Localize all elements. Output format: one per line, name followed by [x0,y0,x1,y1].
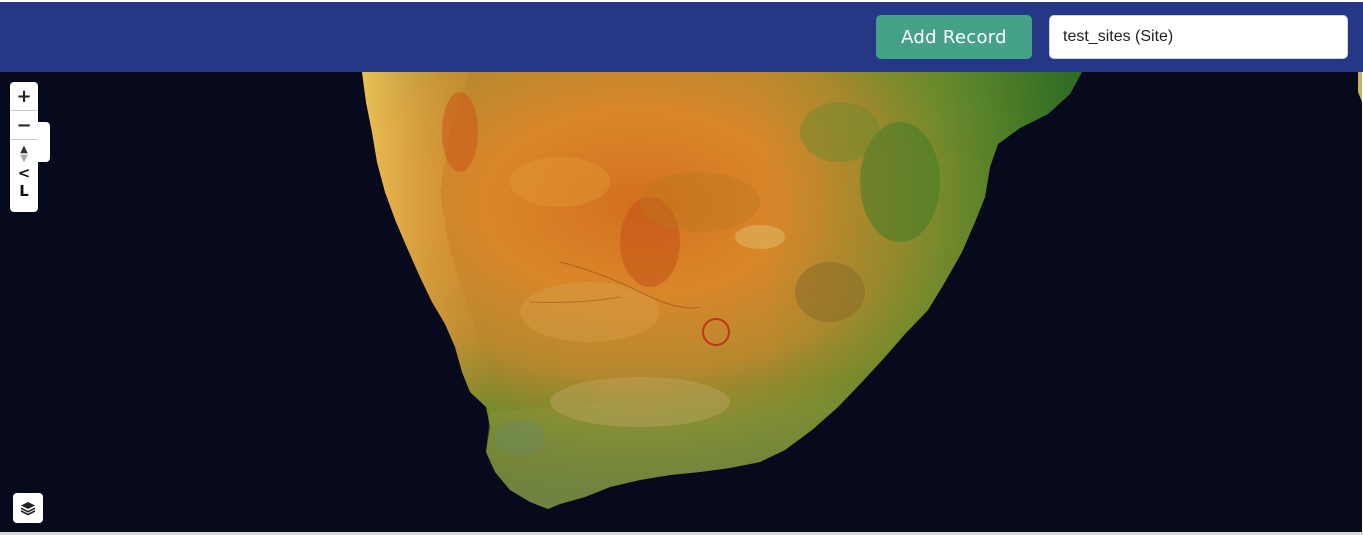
satellite-basemap [0,72,1362,532]
side-panel-tab[interactable] [38,122,50,162]
control-glyph-b[interactable]: L [10,182,38,200]
map-controls: + − ▲ ▼ < L [10,82,38,212]
header-bar: Add Record test_sites (Site) [0,2,1363,72]
app-frame: Add Record test_sites (Site) + − ▲ ▼ < L [0,0,1363,535]
map-view[interactable] [0,72,1362,532]
zoom-out-button[interactable]: − [10,111,38,140]
layers-icon [20,502,36,516]
layer-select[interactable]: test_sites (Site) [1049,15,1348,59]
control-glyph-a[interactable]: < [10,164,38,182]
zoom-in-button[interactable]: + [10,82,38,111]
add-record-button[interactable]: Add Record [876,15,1032,59]
layers-button[interactable] [13,493,43,523]
